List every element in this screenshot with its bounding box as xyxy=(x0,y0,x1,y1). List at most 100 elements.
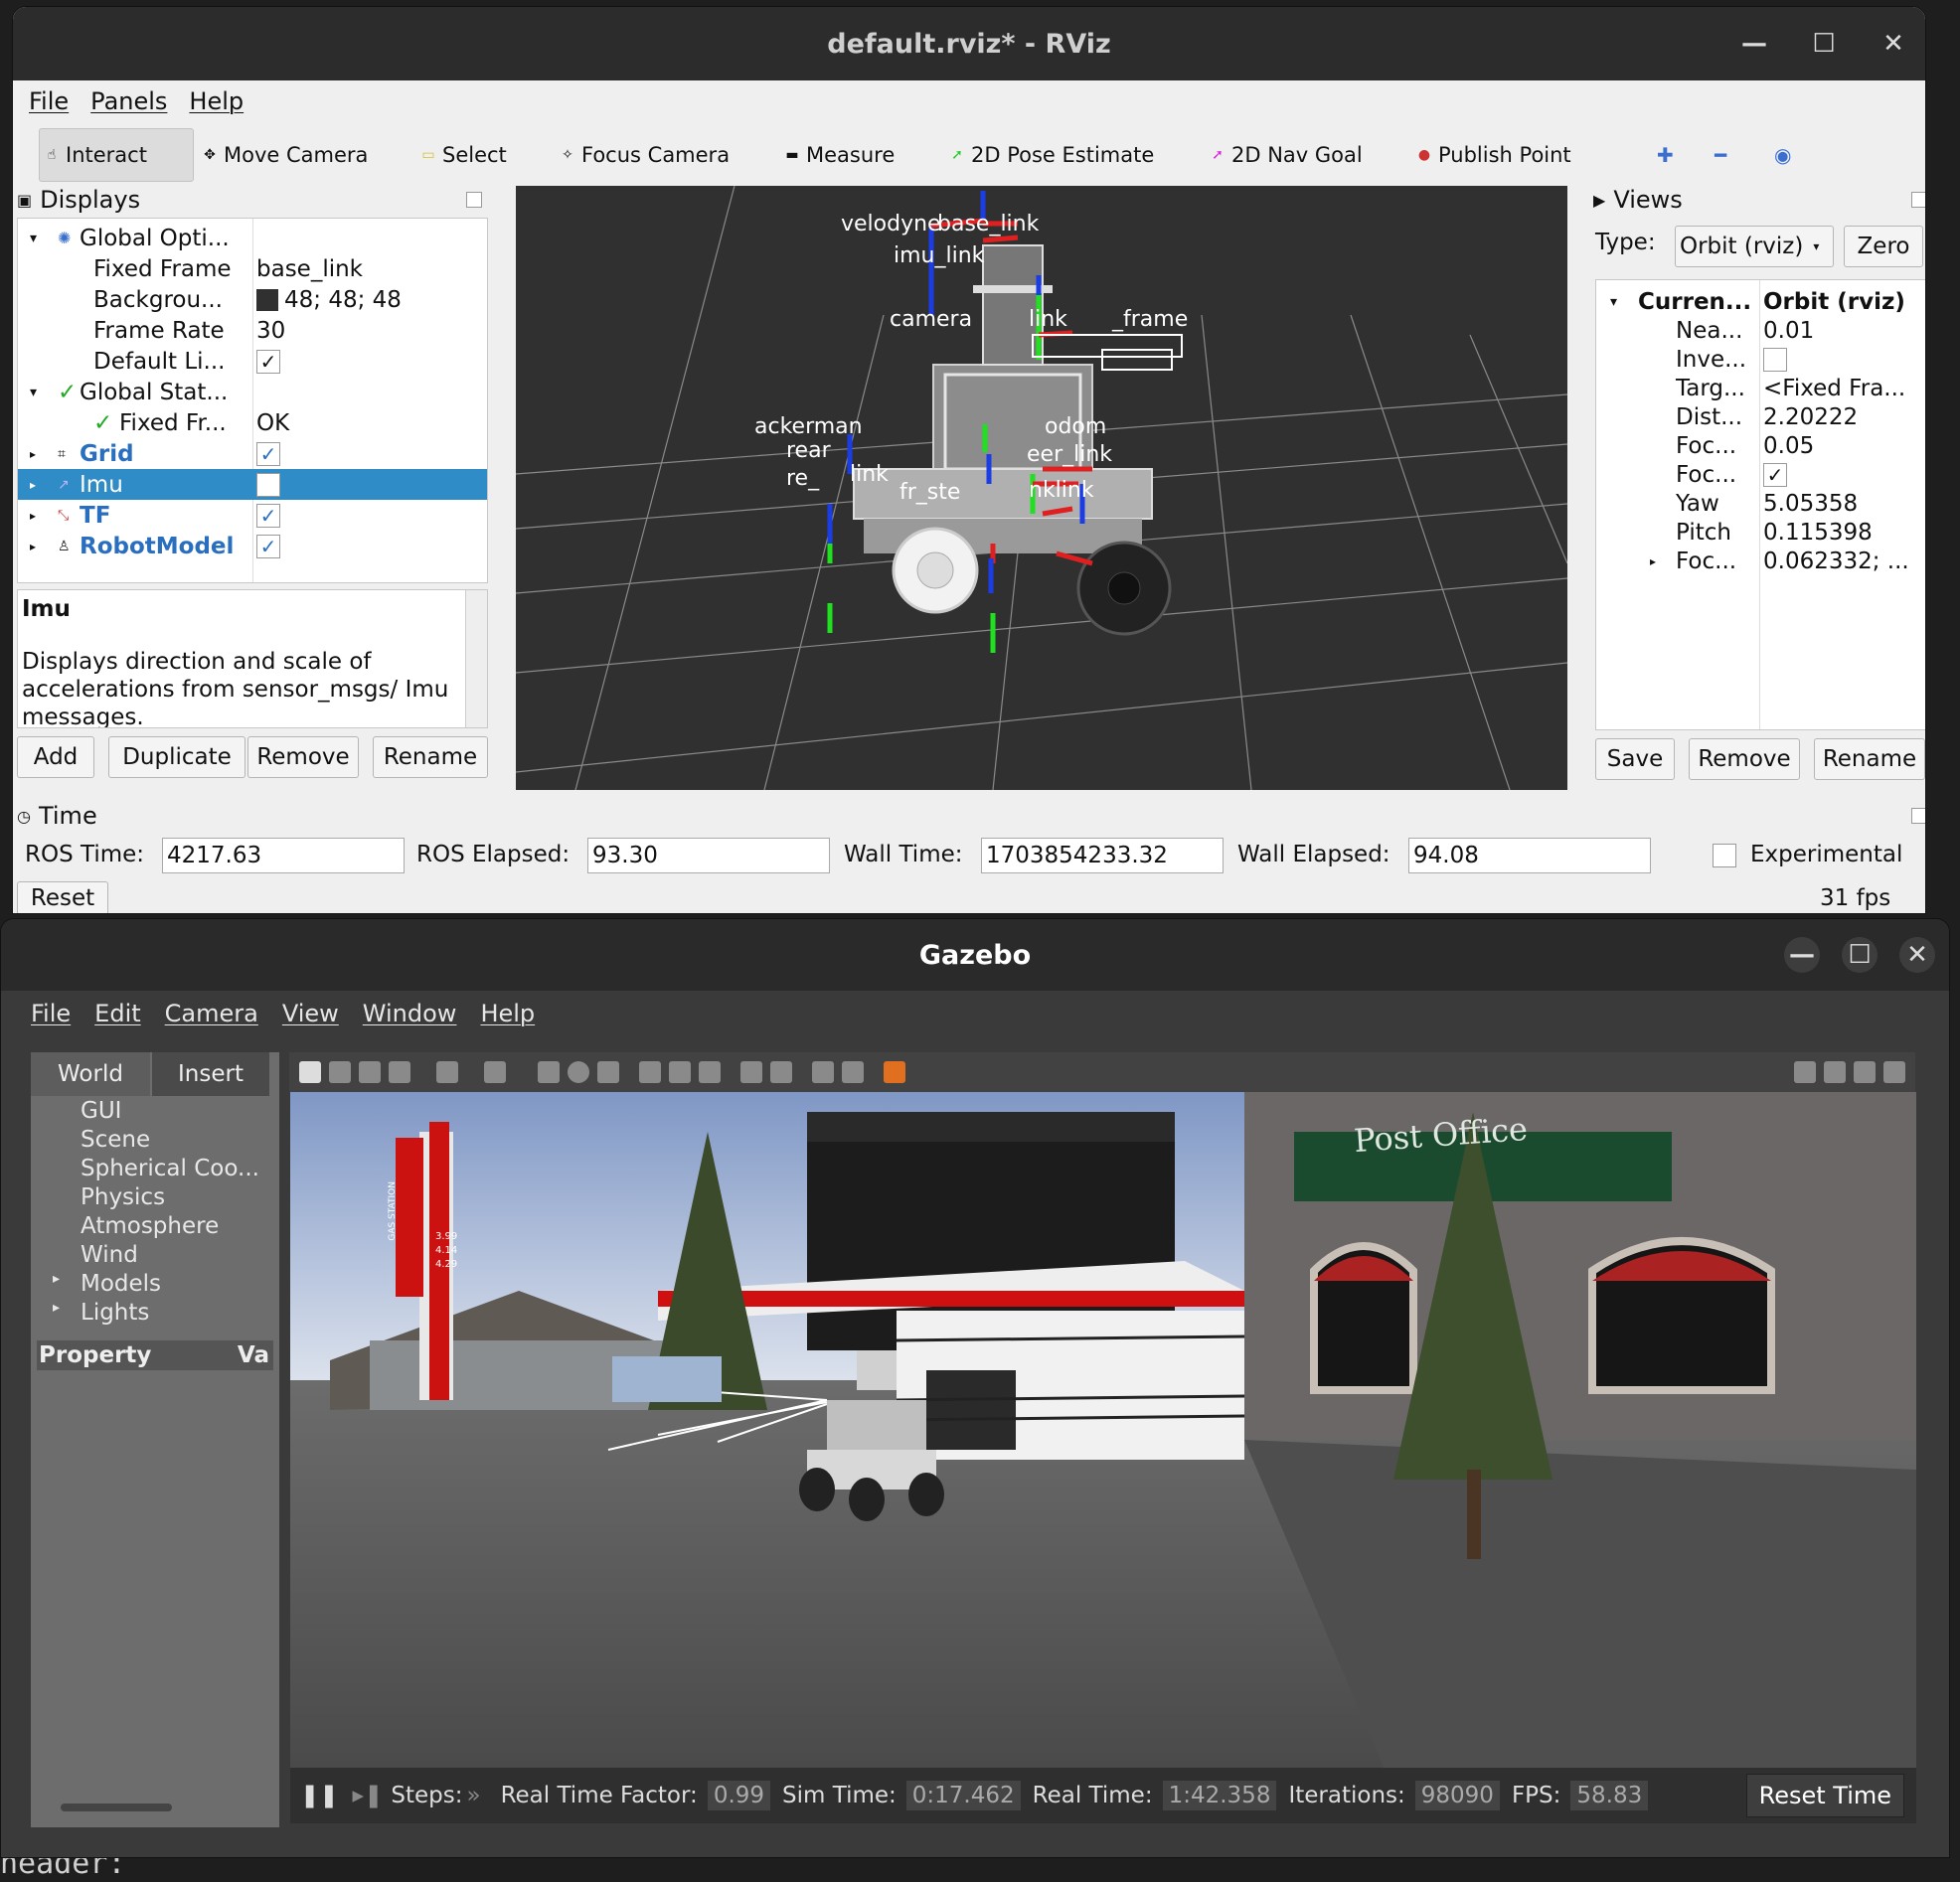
views-row-near[interactable]: Nea... 0.01 xyxy=(1596,315,1925,346)
ros-time-field[interactable]: 4217.63 xyxy=(162,838,405,873)
video-record-icon[interactable] xyxy=(1883,1061,1905,1083)
menu-edit[interactable]: Edit xyxy=(94,1000,140,1027)
maximize-icon[interactable]: ☐ xyxy=(1806,26,1842,62)
tree-row-default-light[interactable]: Default Li... ✓ xyxy=(18,346,487,377)
gazebo-3d-scene[interactable]: Post Office GAS STATION 3.99 4.14 4.29 xyxy=(290,1092,1916,1768)
menu-panels[interactable]: Panels xyxy=(90,87,167,115)
world-item-models[interactable]: Models xyxy=(81,1271,161,1297)
duplicate-display-button[interactable]: Duplicate xyxy=(108,736,245,778)
step-icon[interactable]: ▸❚ xyxy=(353,1783,384,1808)
rviz-titlebar[interactable]: default.rviz* - RViz — ☐ ✕ xyxy=(13,7,1925,80)
tf-checkbox[interactable]: ✓ xyxy=(256,503,280,528)
menu-file[interactable]: File xyxy=(31,1000,71,1027)
tree-row-robotmodel[interactable]: ▸ ♙ RobotModel ✓ xyxy=(18,531,487,561)
log-icon[interactable] xyxy=(1824,1061,1846,1083)
tool-focus-camera[interactable]: ✧ Focus Camera xyxy=(560,128,730,182)
remove-display-button[interactable]: Remove xyxy=(247,736,359,778)
redo-icon[interactable] xyxy=(484,1061,506,1083)
paste-icon[interactable] xyxy=(770,1061,792,1083)
description-scrollbar[interactable] xyxy=(465,590,487,727)
invert-checkbox[interactable] xyxy=(1763,347,1787,372)
expand-models-icon[interactable]: ▸ xyxy=(53,1271,60,1287)
translate-mode-icon[interactable] xyxy=(329,1061,351,1083)
imu-checkbox[interactable] xyxy=(256,472,280,497)
views-row-invert[interactable]: Inve... xyxy=(1596,344,1925,375)
wall-elapsed-field[interactable]: 94.08 xyxy=(1408,838,1651,873)
time-float-icon[interactable] xyxy=(1911,808,1925,824)
sidebar-scrollbar[interactable] xyxy=(61,1804,172,1811)
tree-row-fixed-frame-status[interactable]: ✓ Fixed Fr... OK xyxy=(18,407,487,438)
spot-light-icon[interactable] xyxy=(669,1061,691,1083)
tool-properties-icon[interactable]: ◉ xyxy=(1774,128,1791,182)
tree-row-frame-rate[interactable]: Frame Rate 30 xyxy=(18,315,487,346)
cylinder-shape-icon[interactable] xyxy=(597,1061,619,1083)
rviz-3d-viewport[interactable]: velodyne base_link imu_link camera acker… xyxy=(516,186,1567,790)
world-item-wind[interactable]: Wind xyxy=(81,1242,138,1268)
plot-icon[interactable] xyxy=(1854,1061,1876,1083)
views-row-focal-point[interactable]: ▸ Foc... 0.062332; ... xyxy=(1596,546,1925,576)
rotate-mode-icon[interactable] xyxy=(359,1061,381,1083)
menu-file[interactable]: File xyxy=(29,87,69,115)
robotmodel-checkbox[interactable]: ✓ xyxy=(256,534,280,558)
sphere-shape-icon[interactable] xyxy=(568,1061,589,1083)
focal-shape-checkbox[interactable]: ✓ xyxy=(1763,462,1787,487)
tool-select[interactable]: ▭ Select xyxy=(420,128,506,182)
minimize-icon[interactable]: — xyxy=(1736,26,1772,62)
world-item-physics[interactable]: Physics xyxy=(81,1184,165,1210)
tree-row-fixed-frame[interactable]: Fixed Frame base_link xyxy=(18,253,487,284)
views-row-pitch[interactable]: Pitch 0.115398 xyxy=(1596,517,1925,548)
tree-row-grid[interactable]: ▸ ⌗ Grid ✓ xyxy=(18,438,487,469)
tool-move-camera[interactable]: ✥ Move Camera xyxy=(202,128,368,182)
world-item-gui[interactable]: GUI xyxy=(81,1098,121,1124)
save-view-button[interactable]: Save xyxy=(1595,738,1675,780)
expand-lights-icon[interactable]: ▸ xyxy=(53,1300,60,1316)
tree-row-tf[interactable]: ▸ ⤡ TF ✓ xyxy=(18,500,487,531)
remove-tool-icon[interactable]: ━ xyxy=(1715,128,1726,182)
add-tool-icon[interactable]: ✚ xyxy=(1657,128,1674,182)
screenshot-icon[interactable] xyxy=(1794,1061,1816,1083)
views-row-target[interactable]: Targ... <Fixed Fra... xyxy=(1596,373,1925,403)
tool-2d-pose-estimate[interactable]: ➚ 2D Pose Estimate xyxy=(949,128,1154,182)
view-type-select[interactable]: Orbit (rviz) ▾ xyxy=(1675,226,1834,267)
directional-light-icon[interactable] xyxy=(699,1061,721,1083)
tool-publish-point[interactable]: ● Publish Point xyxy=(1416,128,1571,182)
views-row-current[interactable]: ▾ Curren... Orbit (rviz) xyxy=(1596,286,1925,317)
menu-help[interactable]: Help xyxy=(480,1000,535,1027)
select-mode-icon[interactable] xyxy=(299,1061,321,1083)
world-item-scene[interactable]: Scene xyxy=(81,1127,150,1153)
wall-time-field[interactable]: 1703854233.32 xyxy=(981,838,1224,873)
tree-row-global-status[interactable]: ▾ ✓ Global Stat... xyxy=(18,377,487,407)
reset-time-button[interactable]: Reset Time xyxy=(1745,1774,1904,1817)
menu-view[interactable]: View xyxy=(282,1000,339,1027)
world-item-atmosphere[interactable]: Atmosphere xyxy=(81,1213,219,1239)
world-item-spherical-coordinates[interactable]: Spherical Coo... xyxy=(81,1156,259,1181)
experimental-checkbox[interactable] xyxy=(1713,844,1736,867)
align-icon[interactable] xyxy=(812,1061,834,1083)
point-light-icon[interactable] xyxy=(639,1061,661,1083)
undo-icon[interactable] xyxy=(436,1061,458,1083)
zero-button[interactable]: Zero xyxy=(1844,226,1923,267)
reset-time-button[interactable]: Reset xyxy=(17,881,108,913)
rename-display-button[interactable]: Rename xyxy=(373,736,488,778)
views-row-distance[interactable]: Dist... 2.20222 xyxy=(1596,401,1925,432)
tool-measure[interactable]: ▬ Measure xyxy=(784,128,895,182)
tab-world[interactable]: World xyxy=(31,1052,150,1096)
views-row-focal-size[interactable]: Foc... 0.05 xyxy=(1596,430,1925,461)
maximize-icon[interactable]: ☐ xyxy=(1842,937,1878,973)
close-icon[interactable]: ✕ xyxy=(1876,26,1911,62)
tree-row-background[interactable]: Backgrou... 48; 48; 48 xyxy=(18,284,487,315)
tree-row-imu[interactable]: ▸ ↗ Imu xyxy=(18,469,487,500)
gazebo-titlebar[interactable]: Gazebo — ☐ ✕ xyxy=(1,919,1949,991)
minimize-icon[interactable]: — xyxy=(1784,937,1820,973)
ros-elapsed-field[interactable]: 93.30 xyxy=(587,838,830,873)
close-icon[interactable]: ✕ xyxy=(1899,937,1935,973)
box-shape-icon[interactable] xyxy=(538,1061,560,1083)
views-row-yaw[interactable]: Yaw 5.05358 xyxy=(1596,488,1925,519)
tree-row-global-options[interactable]: ▾ ✺ Global Opti... xyxy=(18,223,487,253)
views-float-icon[interactable] xyxy=(1911,192,1925,208)
tab-insert[interactable]: Insert xyxy=(152,1052,269,1096)
world-item-lights[interactable]: Lights xyxy=(81,1300,149,1326)
copy-icon[interactable] xyxy=(740,1061,762,1083)
tool-2d-nav-goal[interactable]: ➚ 2D Nav Goal xyxy=(1210,128,1363,182)
default-light-checkbox[interactable]: ✓ xyxy=(256,349,280,374)
